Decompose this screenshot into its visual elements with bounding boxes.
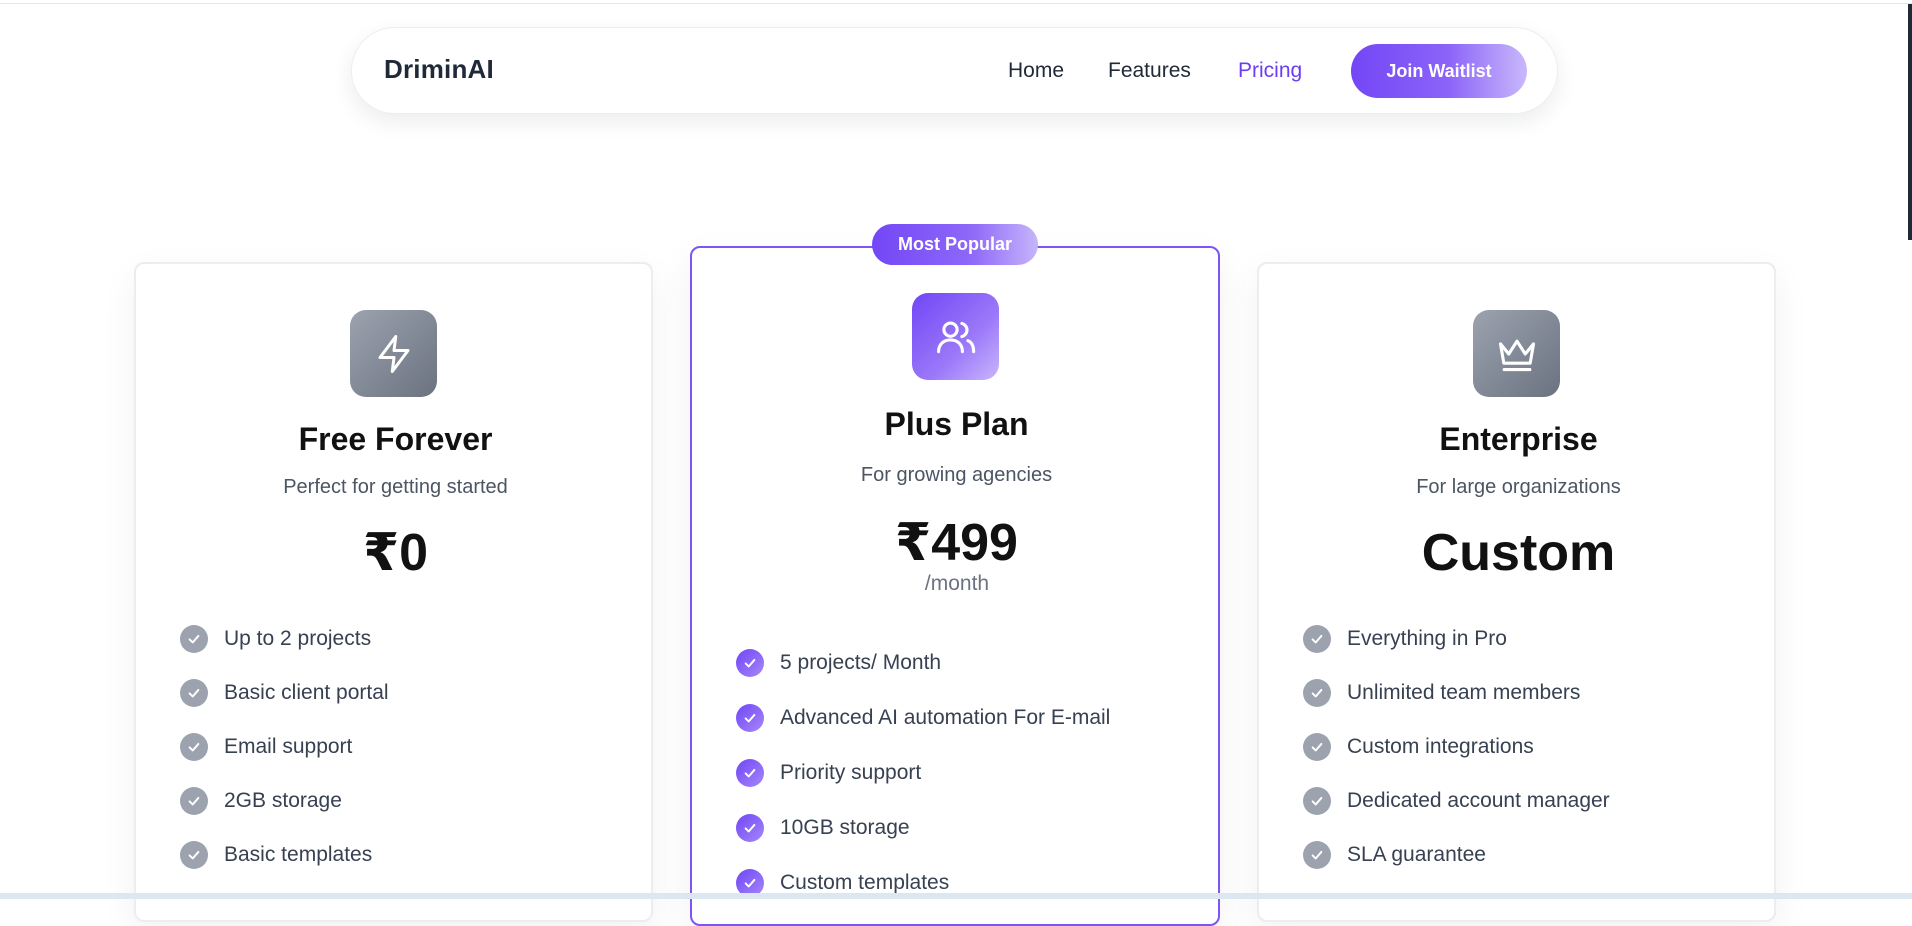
plan-subtitle: For growing agencies xyxy=(860,464,1053,486)
nav-link-features[interactable]: Features xyxy=(1108,59,1191,83)
brand-logo[interactable]: DriminAI xyxy=(384,54,494,85)
feature-label: SLA guarantee xyxy=(1347,843,1486,866)
feature-label: Unlimited team members xyxy=(1347,681,1581,704)
feature-label: Email support xyxy=(224,735,353,758)
plan-card-plus: Plus Plan For growing agencies ₹499 /mon… xyxy=(690,246,1220,926)
plan-price: ₹0 xyxy=(362,524,429,582)
feature-label: Up to 2 projects xyxy=(224,627,372,650)
check-icon xyxy=(180,787,208,815)
plan-price: ₹499 xyxy=(895,514,1018,572)
feature-item: 10GB storage xyxy=(736,813,910,843)
page-top-divider xyxy=(0,3,1912,4)
scrollbar-thumb[interactable] xyxy=(1908,4,1912,240)
join-waitlist-button[interactable]: Join Waitlist xyxy=(1351,44,1527,98)
check-icon xyxy=(1303,787,1331,815)
feature-item: Dedicated account manager xyxy=(1303,786,1610,816)
feature-label: Basic client portal xyxy=(224,681,389,704)
plan-card-enterprise: Enterprise For large organizations Custo… xyxy=(1257,262,1776,922)
plan-period: /month xyxy=(924,572,990,595)
feature-label: 5 projects/ Month xyxy=(780,651,942,674)
plan-card-free: Free Forever Perfect for getting started… xyxy=(134,262,653,922)
feature-label: Everything in Pro xyxy=(1347,627,1507,650)
crown-icon xyxy=(1473,310,1560,397)
feature-item: Unlimited team members xyxy=(1303,678,1580,708)
check-icon xyxy=(1303,679,1331,707)
plan-subtitle: For large organizations xyxy=(1416,476,1621,498)
check-icon xyxy=(736,649,764,677)
feature-item: Basic templates xyxy=(180,840,372,870)
plan-title: Plus Plan xyxy=(884,406,1029,442)
feature-item: Basic client portal xyxy=(180,678,389,708)
feature-item: Up to 2 projects xyxy=(180,624,371,654)
check-icon xyxy=(180,679,208,707)
plan-title: Free Forever xyxy=(298,421,493,457)
feature-label: Advanced AI automation For E-mail xyxy=(780,706,1111,729)
feature-label: Custom templates xyxy=(780,871,950,894)
users-icon xyxy=(912,293,999,380)
feature-label: 10GB storage xyxy=(780,816,910,839)
plan-subtitle: Perfect for getting started xyxy=(283,476,508,498)
feature-item: Email support xyxy=(180,732,352,762)
feature-item: Priority support xyxy=(736,758,921,788)
nav-link-home[interactable]: Home xyxy=(1008,59,1064,83)
check-icon xyxy=(1303,841,1331,869)
check-icon xyxy=(736,704,764,732)
feature-label: Dedicated account manager xyxy=(1347,789,1610,812)
check-icon xyxy=(180,733,208,761)
feature-label: 2GB storage xyxy=(224,789,342,812)
feature-item: 5 projects/ Month xyxy=(736,648,941,678)
feature-label: Custom integrations xyxy=(1347,735,1534,758)
plan-price: Custom xyxy=(1421,524,1616,582)
check-icon xyxy=(180,625,208,653)
most-popular-badge: Most Popular xyxy=(872,224,1038,265)
check-icon xyxy=(736,814,764,842)
feature-item: Advanced AI automation For E-mail xyxy=(736,703,1110,733)
feature-label: Basic templates xyxy=(224,843,373,866)
nav-link-pricing[interactable]: Pricing xyxy=(1238,59,1302,83)
bottom-edge-bar xyxy=(0,893,1912,899)
feature-item: SLA guarantee xyxy=(1303,840,1486,870)
feature-item: Custom integrations xyxy=(1303,732,1534,762)
feature-item: Everything in Pro xyxy=(1303,624,1507,654)
check-icon xyxy=(1303,625,1331,653)
check-icon xyxy=(180,841,208,869)
lightning-icon xyxy=(350,310,437,397)
feature-item: 2GB storage xyxy=(180,786,342,816)
check-icon xyxy=(736,759,764,787)
check-icon xyxy=(1303,733,1331,761)
feature-label: Priority support xyxy=(780,761,922,784)
top-navbar: DriminAI Home Features Pricing Join Wait… xyxy=(351,27,1558,114)
plan-title: Enterprise xyxy=(1439,421,1598,457)
